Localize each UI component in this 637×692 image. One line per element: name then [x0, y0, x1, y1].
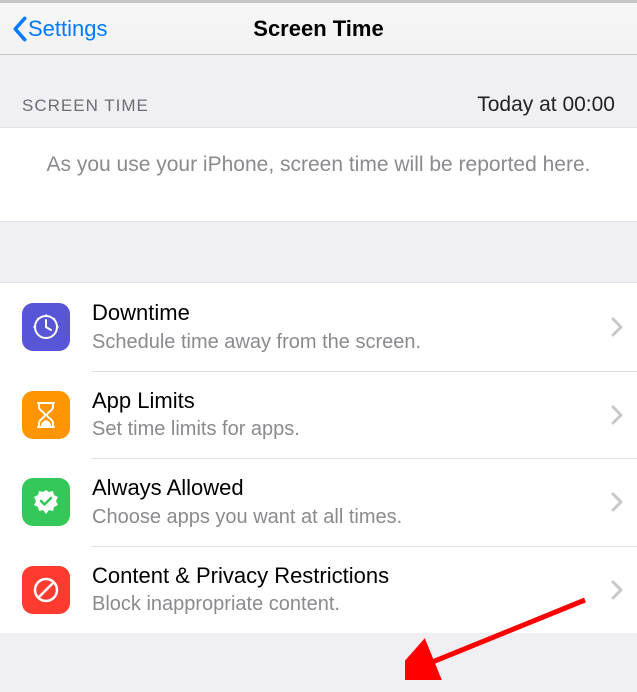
row-title: Downtime: [92, 299, 603, 327]
row-always-allowed[interactable]: Always Allowed Choose apps you want at a…: [0, 458, 637, 546]
summary-header-time: Today at 00:00: [477, 93, 615, 117]
check-badge-icon: [22, 478, 70, 526]
hourglass-icon: [22, 391, 70, 439]
row-title: App Limits: [92, 387, 603, 415]
back-button[interactable]: Settings: [12, 16, 108, 42]
summary-empty-text: As you use your iPhone, screen time will…: [47, 153, 591, 176]
row-title: Content & Privacy Restrictions: [92, 562, 603, 590]
row-content-privacy[interactable]: Content & Privacy Restrictions Block ina…: [0, 546, 637, 634]
summary-header-label: SCREEN TIME: [22, 96, 149, 116]
row-downtime[interactable]: Downtime Schedule time away from the scr…: [0, 283, 637, 371]
chevron-right-icon: [611, 317, 623, 337]
row-subtitle: Block inappropriate content.: [92, 591, 603, 617]
page-title: Screen Time: [253, 16, 383, 42]
summary-empty-state: As you use your iPhone, screen time will…: [0, 127, 637, 222]
row-subtitle: Set time limits for apps.: [92, 416, 603, 442]
clock-icon: [22, 303, 70, 351]
nav-bar: Settings Screen Time: [0, 3, 637, 55]
no-entry-icon: [22, 566, 70, 614]
chevron-right-icon: [611, 405, 623, 425]
chevron-left-icon: [12, 16, 28, 42]
row-subtitle: Schedule time away from the screen.: [92, 329, 603, 355]
row-title: Always Allowed: [92, 474, 603, 502]
summary-header: SCREEN TIME Today at 00:00: [0, 85, 637, 127]
settings-list: Downtime Schedule time away from the scr…: [0, 282, 637, 633]
row-app-limits[interactable]: App Limits Set time limits for apps.: [0, 371, 637, 459]
back-label: Settings: [28, 16, 108, 42]
chevron-right-icon: [611, 492, 623, 512]
chevron-right-icon: [611, 580, 623, 600]
row-subtitle: Choose apps you want at all times.: [92, 504, 603, 530]
